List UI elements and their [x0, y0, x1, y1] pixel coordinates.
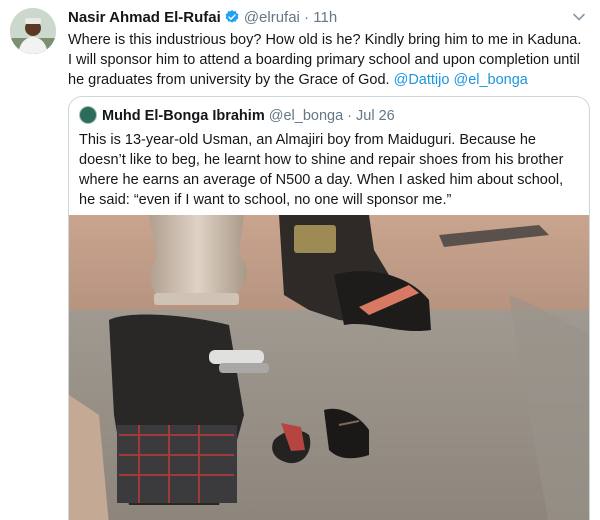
author-avatar[interactable] — [10, 8, 56, 54]
chevron-down-icon[interactable] — [572, 10, 586, 24]
quoted-tweet[interactable]: Muhd El-Bonga Ibrahim @el_bonga · Jul 26… — [68, 96, 590, 520]
quoted-separator-dot: · — [347, 108, 353, 124]
quoted-timestamp: Jul 26 — [356, 108, 395, 124]
verified-badge-icon — [225, 10, 239, 23]
tweet-timestamp[interactable]: 11h — [313, 9, 337, 26]
author-name[interactable]: Nasir Ahmad El-Rufai — [68, 9, 221, 26]
author-handle[interactable]: @elrufai — [244, 9, 300, 26]
avatar-image — [10, 8, 56, 54]
tweet-card[interactable]: Nasir Ahmad El-Rufai @elrufai · 11h Where… — [0, 0, 600, 520]
quoted-tweet-header: Muhd El-Bonga Ibrahim @el_bonga · Jul 26 — [79, 106, 395, 124]
quoted-author-avatar[interactable] — [79, 106, 97, 124]
tweet-header: Nasir Ahmad El-Rufai @elrufai · 11h — [68, 9, 337, 29]
tweet-text: Where is this industrious boy? How old i… — [68, 30, 588, 90]
quoted-tweet-text: This is 13-year-old Usman, an Almajiri b… — [79, 132, 564, 208]
mention-el-bonga[interactable]: @el_bonga — [453, 72, 527, 88]
mention-dattijo[interactable]: @Dattijo — [394, 72, 450, 88]
quoted-author-name: Muhd El-Bonga Ibrahim — [102, 108, 265, 124]
separator-dot: · — [304, 9, 310, 26]
quoted-author-handle: @el_bonga — [268, 108, 344, 124]
quoted-tweet-photo[interactable] — [69, 215, 590, 520]
